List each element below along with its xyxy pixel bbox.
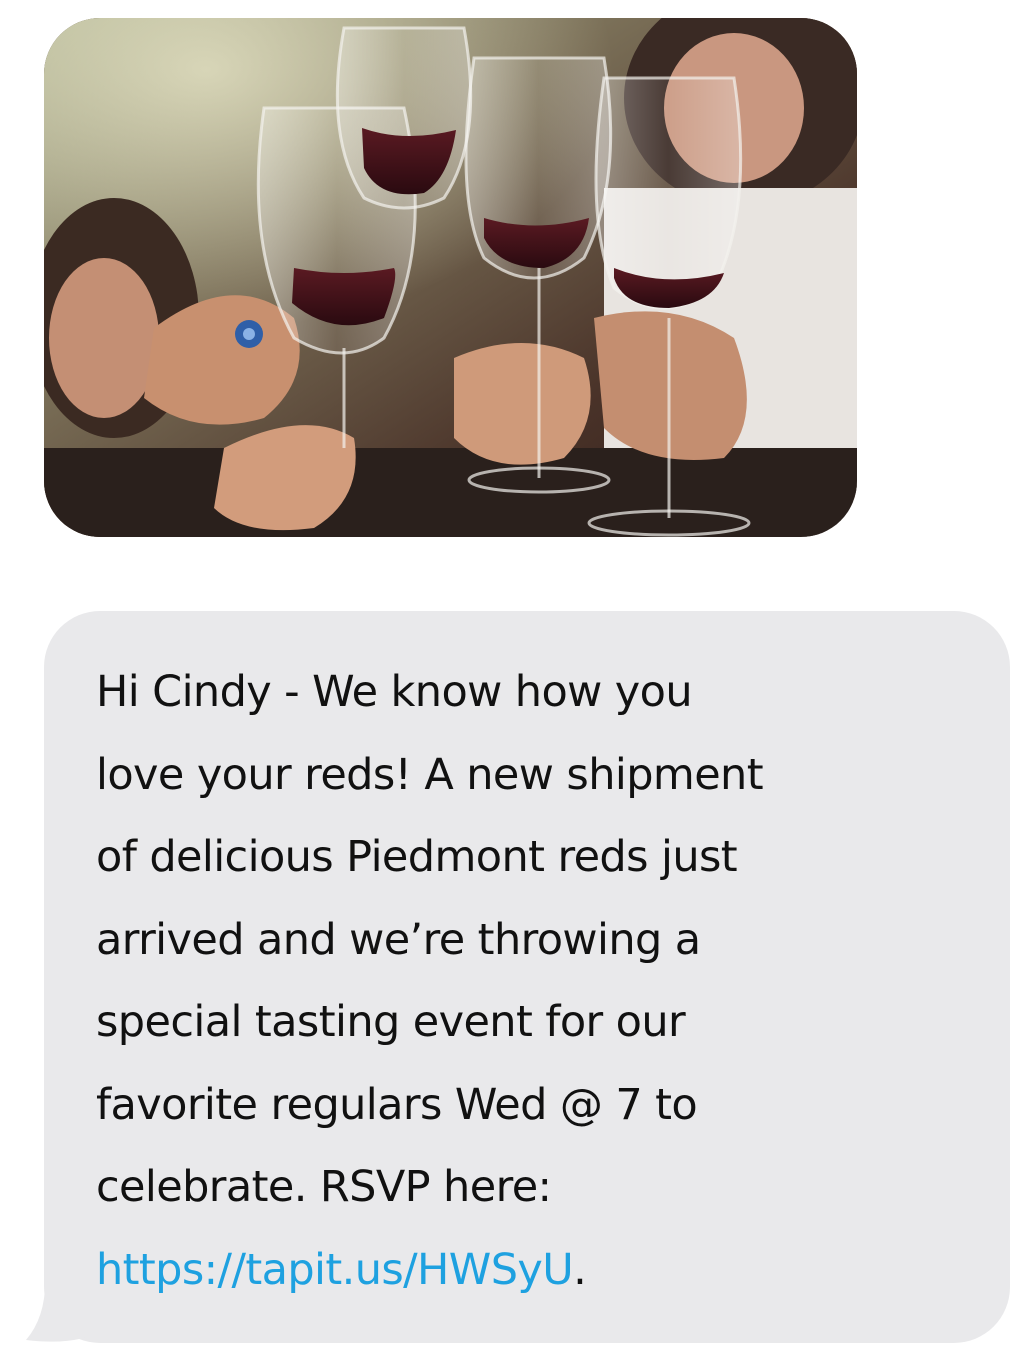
message-line: love your reds! A new shipment xyxy=(96,749,764,800)
message-line: of delicious Piedmont reds just xyxy=(96,832,738,882)
link-trailing-punctuation: . xyxy=(573,1244,587,1295)
message-line: Hi Cindy - We know how you xyxy=(96,667,693,717)
message-line: celebrate. RSVP here: xyxy=(96,1162,552,1212)
wine-toast-photo-icon xyxy=(44,18,857,537)
message-line: favorite regulars Wed @ 7 to xyxy=(96,1079,698,1130)
text-message-bubble[interactable]: Hi Cindy - We know how you love your red… xyxy=(44,611,1010,1343)
message-thread: Hi Cindy - We know how you love your red… xyxy=(0,0,1029,1362)
message-body: Hi Cindy - We know how you love your red… xyxy=(96,651,970,1311)
rsvp-link[interactable]: https://tapit.us/HWSyU xyxy=(96,1245,574,1295)
message-line: arrived and we’re throwing a xyxy=(96,914,701,965)
message-link-line: https://tapit.us/HWSyU. xyxy=(96,1229,970,1312)
photo-message[interactable] xyxy=(44,18,857,537)
message-line: special tasting event for our xyxy=(96,997,686,1047)
